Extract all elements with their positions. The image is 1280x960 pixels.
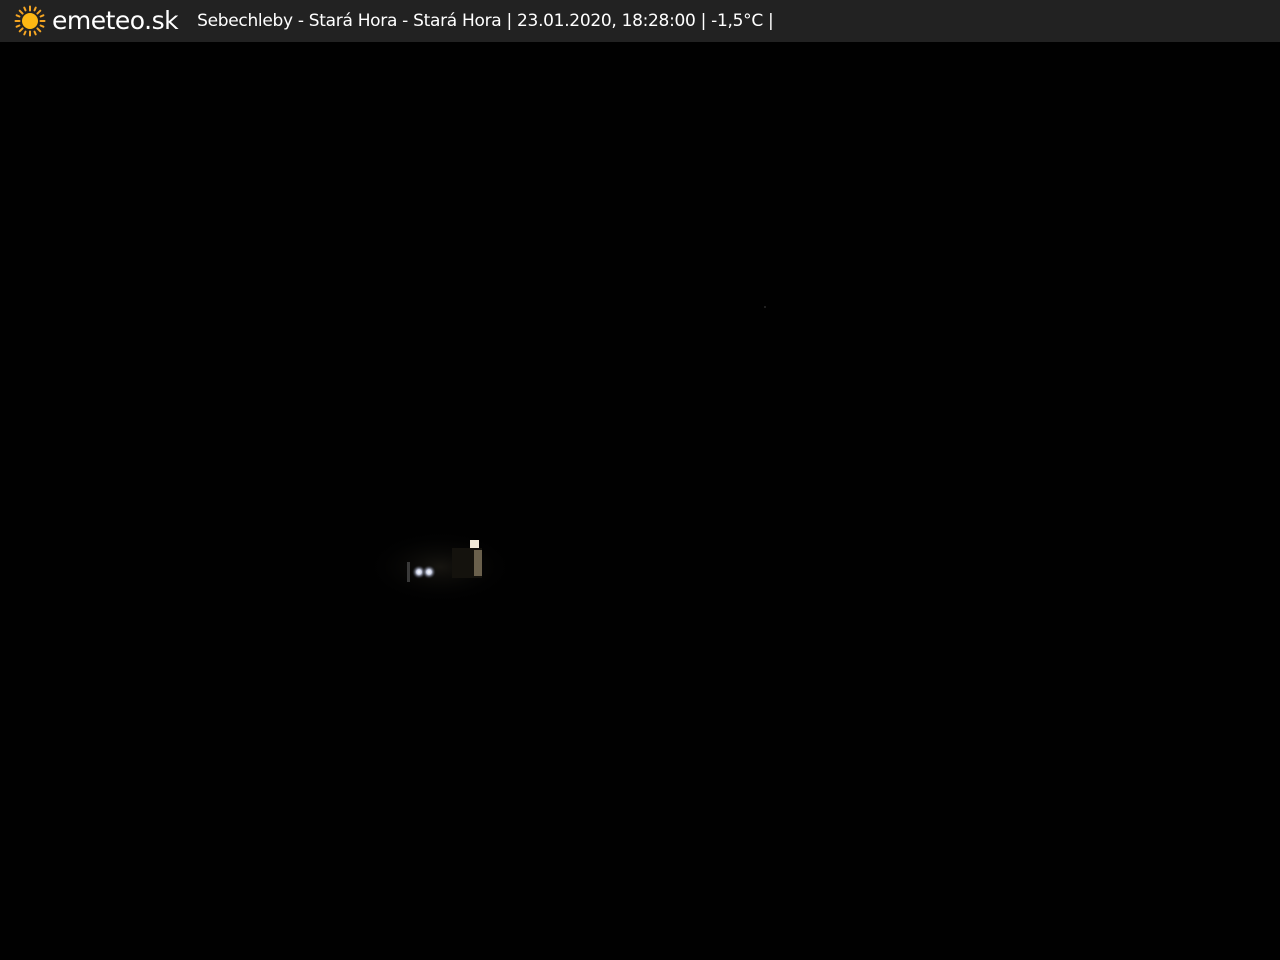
webcam-caption: Sebechleby - Stará Hora - Stará Hora | 2… — [197, 11, 774, 31]
lit-window — [470, 540, 479, 548]
distant-light — [764, 306, 766, 308]
top-bar: emeteo.sk Sebechleby - Stará Hora - Star… — [0, 0, 1280, 42]
lit-wall — [474, 550, 482, 576]
post — [407, 562, 410, 582]
site-logo[interactable]: emeteo.sk — [14, 0, 179, 42]
webcam-image — [0, 42, 1280, 960]
night-scene — [370, 306, 766, 602]
light-haze — [370, 532, 510, 602]
sun-icon — [14, 5, 46, 37]
brand-name: emeteo.sk — [52, 6, 179, 35]
headlight-right — [422, 565, 436, 579]
